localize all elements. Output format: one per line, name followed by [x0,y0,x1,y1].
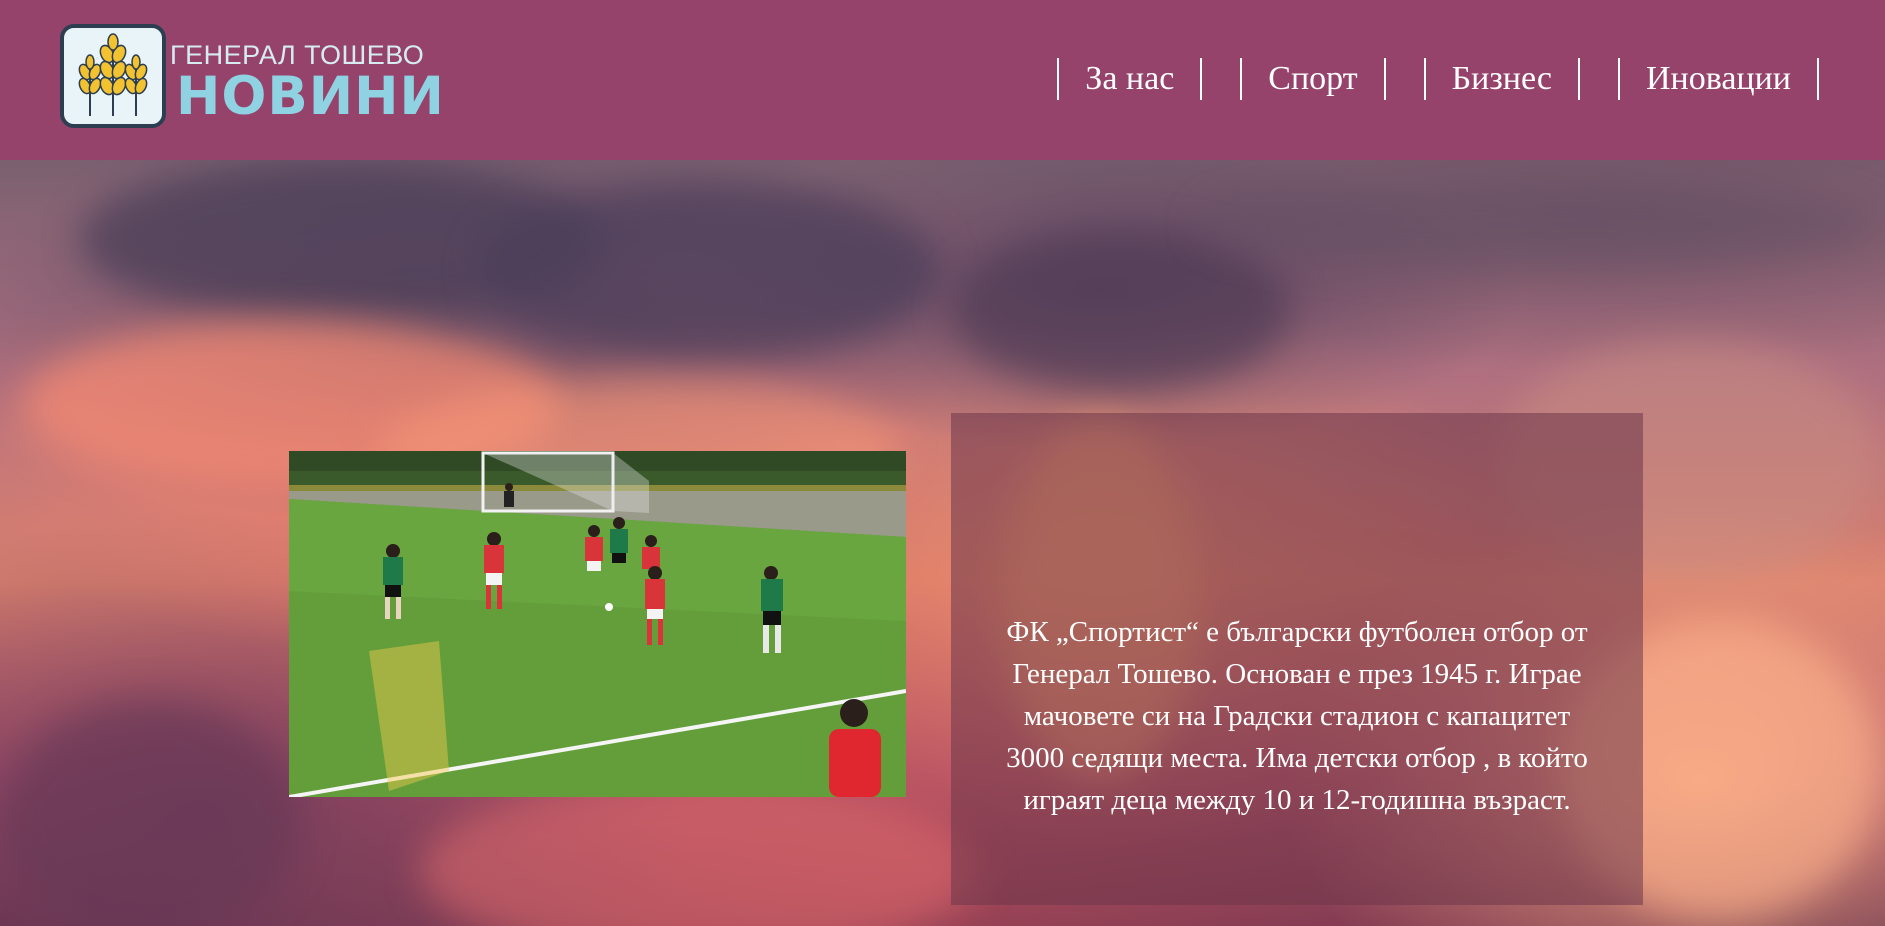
cloud-decoration [950,230,1290,390]
club-description: ФК „Спортист“ е български футболен отбор… [1006,616,1588,816]
cloud-decoration [420,780,980,926]
wheat-icon [60,24,166,128]
cloud-decoration [0,700,300,926]
site-logo[interactable]: ГЕНЕРАЛ ТОШЕВО НОВИНИ [60,22,444,132]
nav-item-business[interactable]: Бизнес [1423,58,1580,100]
cloud-decoration [480,180,940,360]
nav-item-sport[interactable]: Спорт [1240,58,1386,100]
football-match-photo [289,451,906,797]
cloud-decoration [1200,180,1880,270]
nav-item-about[interactable]: За нас [1057,58,1203,100]
hero-section: ФК „Спортист“ е български футболен отбор… [0,160,1885,926]
site-header: ГЕНЕРАЛ ТОШЕВО НОВИНИ За нас Спорт Бизне… [0,0,1885,160]
main-nav: За нас Спорт Бизнес Иновации [1057,58,1819,100]
club-info-card: ФК „Спортист“ е български футболен отбор… [951,413,1643,905]
nav-item-innovations[interactable]: Иновации [1617,58,1819,100]
logo-subtitle: НОВИНИ [176,66,445,127]
